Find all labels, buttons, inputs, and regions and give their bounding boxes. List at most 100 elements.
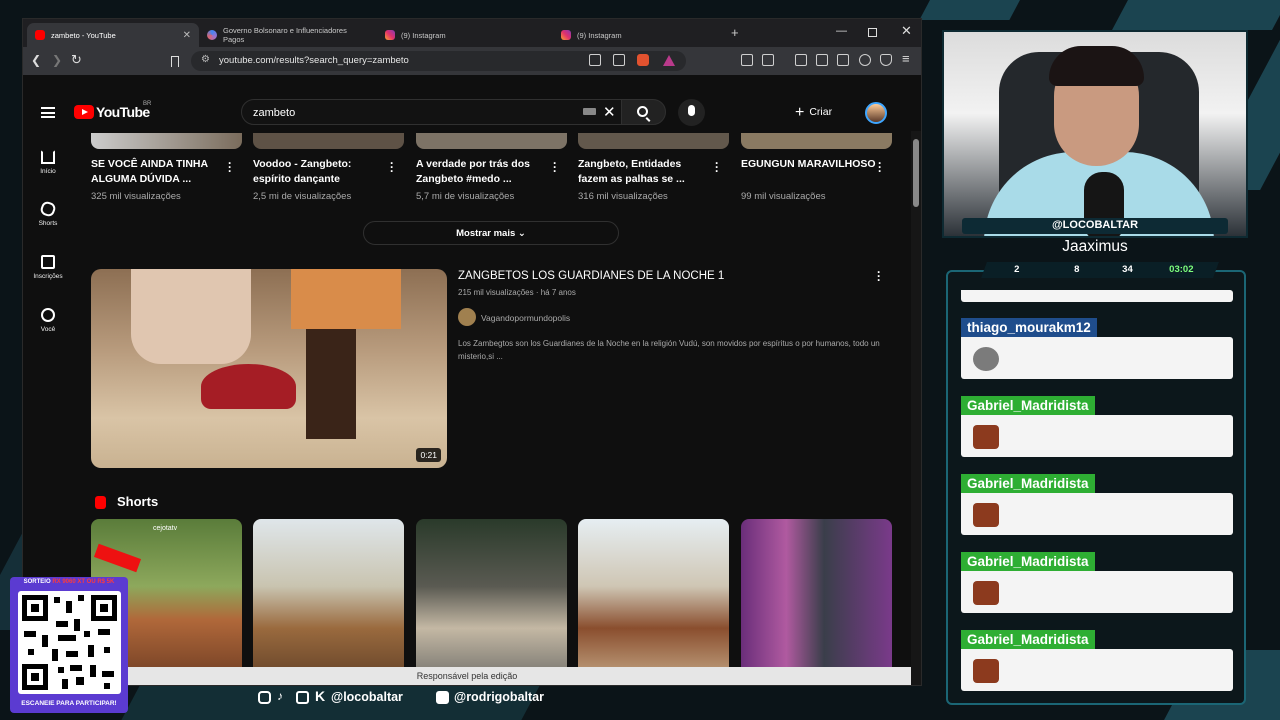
more-options-icon[interactable]: · · · bbox=[715, 157, 719, 177]
social-handle: @rodrigobaltar bbox=[454, 690, 544, 704]
raffle-heading: SORTEIO RX 9060 XT OU R$ 5K bbox=[10, 579, 128, 585]
share-icon[interactable] bbox=[613, 54, 625, 66]
url-text: youtube.com/results?search_query=zambeto bbox=[219, 55, 409, 66]
instagram-favicon-icon bbox=[561, 30, 571, 40]
clear-search-icon[interactable]: ✕ bbox=[603, 103, 616, 121]
subscriptions-icon bbox=[41, 255, 55, 269]
sidebar-item-shorts[interactable]: Shorts bbox=[23, 200, 73, 227]
chat-message: thiago_mourakm12 bbox=[961, 318, 1233, 379]
sidebar-icon[interactable] bbox=[816, 54, 828, 66]
wallet-icon[interactable] bbox=[762, 54, 774, 66]
scrollbar-thumb[interactable] bbox=[913, 139, 919, 207]
show-more-button[interactable]: Mostrar mais ⌄ bbox=[363, 221, 619, 245]
brave-shield-icon[interactable] bbox=[637, 54, 649, 66]
back-icon[interactable]: ❮ bbox=[31, 53, 41, 67]
tab-label: zambeto - YouTube bbox=[51, 30, 116, 40]
sidebar-item-subscriptions[interactable]: Inscrições bbox=[23, 255, 73, 280]
short-thumbnail[interactable] bbox=[253, 519, 404, 685]
media-icon[interactable] bbox=[795, 54, 807, 66]
video-title[interactable]: EGUNGUN MARAVILHOSO bbox=[741, 157, 876, 172]
youtube-logo-text[interactable]: YouTube bbox=[96, 104, 150, 120]
thumbnail-figure bbox=[131, 269, 251, 364]
avatar[interactable] bbox=[865, 102, 887, 124]
vpn-icon[interactable] bbox=[880, 54, 892, 66]
leo-ai-icon[interactable] bbox=[859, 54, 871, 66]
browser-window: zambeto - YouTube ✕ Governo Bolsonaro e … bbox=[22, 18, 922, 686]
keyboard-icon[interactable] bbox=[583, 108, 596, 115]
short-thumbnail[interactable] bbox=[741, 519, 892, 685]
sidebar-item-you[interactable]: Você bbox=[23, 308, 73, 333]
chat-username: thiago_mourakm12 bbox=[961, 318, 1097, 337]
sidebar-item-home[interactable]: Início bbox=[23, 150, 73, 175]
video-thumbnail[interactable] bbox=[416, 133, 567, 149]
video-thumbnail[interactable] bbox=[253, 133, 404, 149]
video-title[interactable]: ZANGBETOS LOS GUARDIANES DE LA NOCHE 1 bbox=[458, 270, 724, 282]
webcam-person bbox=[1049, 46, 1144, 86]
menu-icon[interactable]: ≡ bbox=[902, 51, 910, 66]
background-streak bbox=[919, 0, 1031, 20]
emote-icon bbox=[973, 347, 999, 371]
close-tab-icon[interactable]: ✕ bbox=[183, 30, 191, 41]
maximize-icon[interactable] bbox=[868, 28, 877, 37]
video-thumbnail[interactable] bbox=[741, 133, 892, 149]
tab-youtube[interactable]: zambeto - YouTube ✕ bbox=[27, 23, 199, 47]
raffle-prize: RX 9060 XT OU R$ 5K bbox=[52, 579, 115, 585]
video-thumbnail[interactable] bbox=[91, 133, 242, 149]
video-thumbnail[interactable] bbox=[578, 133, 729, 149]
channel-avatar[interactable] bbox=[458, 308, 476, 326]
brave-rewards-icon[interactable] bbox=[663, 55, 675, 66]
video-title[interactable]: A verdade por trás dos Zangbeto #medo ..… bbox=[416, 157, 551, 187]
bookmark-icon[interactable] bbox=[171, 56, 179, 67]
tab-instagram-2[interactable]: (9) Instagram bbox=[553, 23, 723, 47]
wallet-2-icon[interactable] bbox=[837, 54, 849, 66]
more-options-icon[interactable]: · · · bbox=[877, 266, 881, 286]
tab-instagram-1[interactable]: (9) Instagram bbox=[377, 23, 553, 47]
tab-label: (9) Instagram bbox=[401, 30, 446, 40]
more-options-icon[interactable]: · · · bbox=[553, 157, 557, 177]
extensions-icon[interactable] bbox=[741, 54, 753, 66]
chat-message: Gabriel_Madridista bbox=[961, 474, 1233, 535]
more-options-icon[interactable]: · · · bbox=[228, 157, 232, 177]
tab-label: Governo Bolsonaro e Influenciadores Pago… bbox=[223, 26, 347, 44]
new-tab-icon[interactable]: + bbox=[731, 25, 739, 40]
create-button[interactable]: + Criar bbox=[795, 104, 832, 122]
red-arrow-icon bbox=[93, 543, 142, 573]
video-views: 99 mil visualizações bbox=[741, 191, 826, 202]
more-options-icon[interactable]: · · · bbox=[390, 157, 394, 177]
short-thumbnail[interactable] bbox=[416, 519, 567, 685]
status-bar: Responsável pela edição bbox=[23, 667, 911, 685]
close-window-icon[interactable]: ✕ bbox=[901, 23, 912, 39]
youtube-logo-icon[interactable] bbox=[74, 105, 94, 119]
raffle-cta: ESCANEIE PARA PARTICIPAR! bbox=[21, 700, 117, 707]
tab-gemini[interactable]: Governo Bolsonaro e Influenciadores Pago… bbox=[199, 23, 377, 47]
video-title[interactable]: SE VOCÊ AINDA TINHA ALGUMA DÚVIDA ... bbox=[91, 157, 226, 187]
video-meta: 215 mil visualizações · há 7 anos bbox=[458, 288, 576, 297]
emote-icon bbox=[973, 503, 999, 527]
channel-name[interactable]: Vagandopormundopolis bbox=[481, 313, 570, 323]
short-thumbnail[interactable] bbox=[578, 519, 729, 685]
streamer-handle: @LOCOBALTAR bbox=[962, 218, 1228, 234]
qr-code-icon bbox=[18, 591, 121, 694]
video-title[interactable]: Zangbeto, Entidades fazem as palhas se .… bbox=[578, 157, 713, 187]
minimize-icon[interactable]: — bbox=[836, 25, 847, 37]
chat-message: Gabriel_Madridista bbox=[961, 630, 1233, 691]
cast-icon[interactable] bbox=[589, 54, 601, 66]
more-options-icon[interactable]: · · · bbox=[878, 157, 882, 177]
chat-username: Gabriel_Madridista bbox=[961, 396, 1095, 415]
hamburger-menu-icon[interactable] bbox=[41, 107, 55, 118]
webcam-feed bbox=[942, 30, 1248, 238]
emote-icon bbox=[973, 581, 999, 605]
site-settings-icon[interactable]: ⚙ bbox=[201, 54, 210, 65]
instagram-favicon-icon bbox=[385, 30, 395, 40]
youtube-page: YouTube BR zambeto ✕ + Criar Início Short… bbox=[23, 75, 921, 685]
gemini-favicon-icon bbox=[207, 30, 217, 40]
url-field[interactable]: ⚙ youtube.com/results?search_query=zambe… bbox=[191, 51, 686, 71]
forward-icon[interactable]: ❯ bbox=[52, 53, 62, 67]
scrollbar[interactable] bbox=[911, 131, 921, 685]
video-thumbnail[interactable]: 0:21 bbox=[91, 269, 447, 468]
stat-value: 03:02 bbox=[1169, 264, 1194, 275]
reload-icon[interactable]: ↻ bbox=[71, 52, 82, 68]
status-text: Responsável pela edição bbox=[416, 671, 518, 681]
create-label: Criar bbox=[809, 106, 833, 118]
video-title[interactable]: Voodoo - Zangbeto: espírito dançante bbox=[253, 157, 388, 187]
